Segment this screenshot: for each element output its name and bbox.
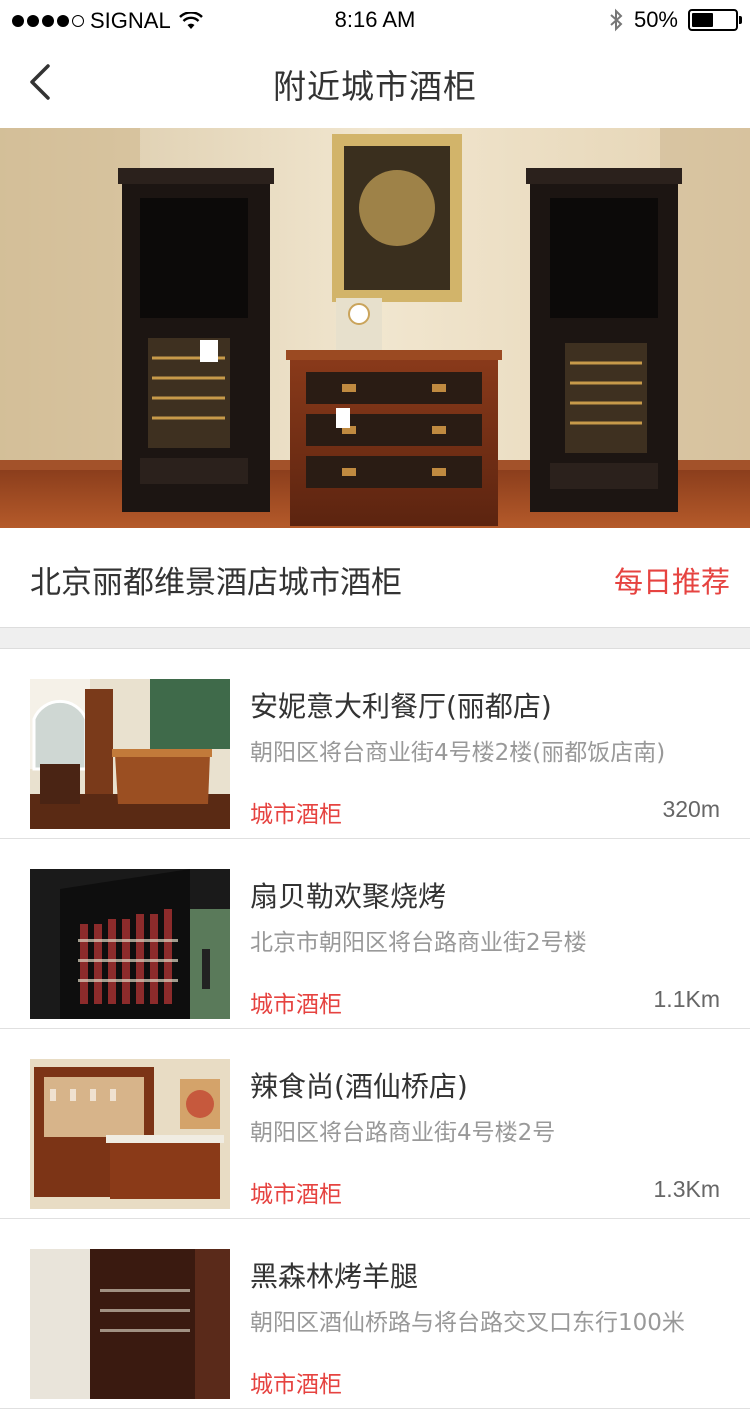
store-list: 安妮意大利餐厅(丽都店) 朝阳区将台商业街4号楼2楼(丽都饭店南) 城市酒柜 3… <box>0 648 750 1409</box>
store-name: 安妮意大利餐厅(丽都店) <box>250 690 552 723</box>
featured-banner[interactable]: 北京丽都维景酒店城市酒柜 每日推荐 <box>0 528 750 628</box>
store-thumbnail <box>30 679 230 829</box>
battery-percent: 50% <box>633 7 678 32</box>
list-item[interactable]: 扇贝勒欢聚烧烤 北京市朝阳区将台路商业街2号楼 城市酒柜 1.1Km <box>0 839 750 1029</box>
store-distance: 1.1Km <box>653 986 720 1012</box>
store-distance: 1.3Km <box>653 1176 720 1202</box>
store-address: 朝阳区酒仙桥路与将台路交叉口东行100米 <box>250 1310 685 1336</box>
store-address: 北京市朝阳区将台路商业街2号楼 <box>250 930 587 956</box>
status-bar: SIGNAL 8:16 AM 50% <box>0 0 750 40</box>
store-tag: 城市酒柜 <box>250 992 342 1018</box>
list-item[interactable]: 黑森林烤羊腿 朝阳区酒仙桥路与将台路交叉口东行100米 城市酒柜 <box>0 1219 750 1409</box>
store-tag: 城市酒柜 <box>250 802 342 828</box>
nav-bar: 附近城市酒柜 <box>0 40 750 128</box>
daily-recommend-tag: 每日推荐 <box>613 565 730 599</box>
store-thumbnail <box>30 869 230 1019</box>
status-right: 50% <box>608 7 742 33</box>
bluetooth-icon <box>610 8 623 32</box>
store-thumbnail <box>30 1249 230 1399</box>
wine-wall-photo <box>30 869 230 1019</box>
store-name: 黑森林烤羊腿 <box>250 1260 419 1293</box>
store-name: 辣食尚(酒仙桥店) <box>250 1070 468 1103</box>
bar-counter-photo <box>30 679 230 829</box>
store-name: 扇贝勒欢聚烧烤 <box>250 880 447 913</box>
wine-display-photo <box>30 1249 230 1399</box>
list-item[interactable]: 安妮意大利餐厅(丽都店) 朝阳区将台商业街4号楼2楼(丽都饭店南) 城市酒柜 3… <box>0 649 750 839</box>
bar-cabinet-photo <box>30 1059 230 1209</box>
store-tag: 城市酒柜 <box>250 1372 342 1398</box>
store-tag: 城市酒柜 <box>250 1182 342 1208</box>
store-address: 朝阳区将台商业街4号楼2楼(丽都饭店南) <box>250 740 666 766</box>
battery-icon <box>688 9 742 31</box>
featured-title: 北京丽都维景酒店城市酒柜 <box>30 565 402 601</box>
hero-image[interactable] <box>0 128 750 528</box>
page-title: 附近城市酒柜 <box>273 67 477 106</box>
store-thumbnail <box>30 1059 230 1209</box>
store-distance: 320m <box>662 796 720 822</box>
wine-cabinet-showroom-photo <box>0 128 750 528</box>
battery-fill <box>692 13 713 27</box>
store-address: 朝阳区将台路商业街4号楼2号 <box>250 1120 556 1146</box>
list-item[interactable]: 辣食尚(酒仙桥店) 朝阳区将台路商业街4号楼2号 城市酒柜 1.3Km <box>0 1029 750 1219</box>
